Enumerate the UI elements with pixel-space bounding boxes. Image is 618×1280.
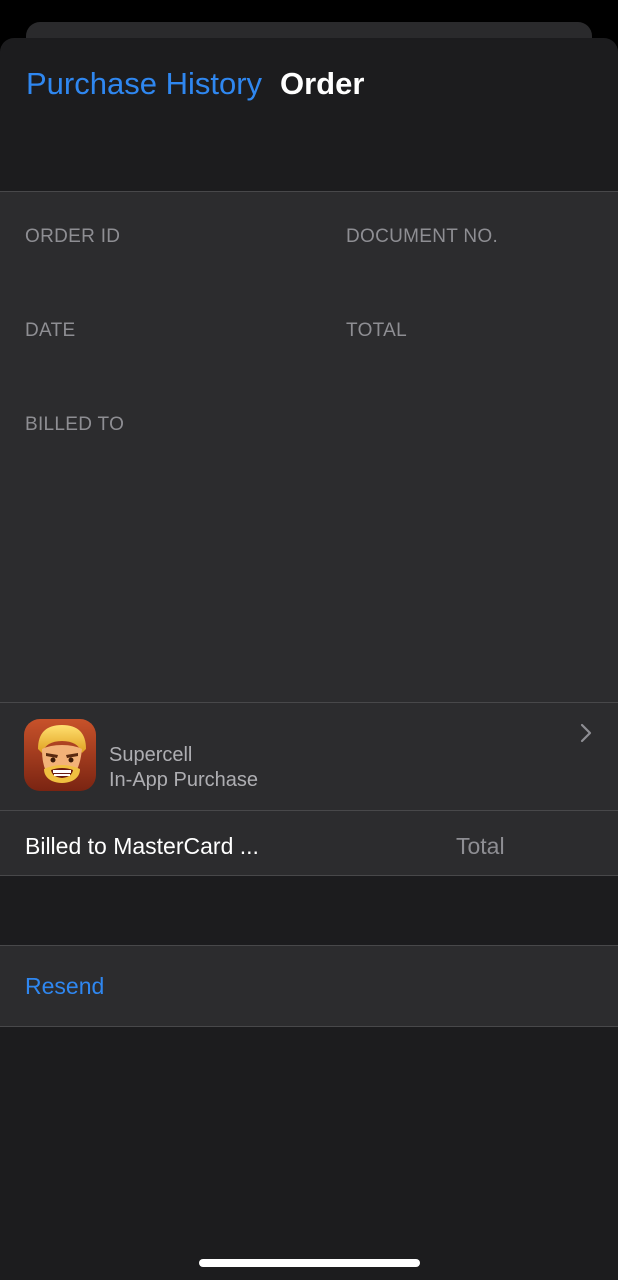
document-no-label: DOCUMENT NO.	[346, 226, 499, 247]
resend-card: Resend	[0, 945, 618, 1027]
order-info-card: ORDER ID DOCUMENT NO. DATE TOTAL BILLED …	[0, 191, 618, 702]
chevron-right-icon	[580, 723, 592, 743]
order-id-label: ORDER ID	[25, 226, 121, 247]
developer-name: Supercell	[109, 744, 193, 766]
purchase-item-card: Supercell In-App Purchase Billed to Mast…	[0, 702, 618, 876]
purchase-type: In-App Purchase	[109, 769, 258, 791]
home-indicator[interactable]	[199, 1259, 420, 1267]
page-title: Order	[280, 66, 365, 101]
divider	[0, 810, 618, 811]
order-sheet: Purchase History Order ORDER ID DOCUMENT…	[0, 38, 618, 1280]
billed-to-card: Billed to MasterCard ...	[25, 833, 259, 859]
purchase-history-back-button[interactable]: Purchase History	[26, 66, 262, 102]
clash-of-clans-app-icon	[24, 719, 96, 791]
resend-button[interactable]: Resend	[25, 973, 104, 1000]
total-label: TOTAL	[346, 320, 407, 341]
navigation-bar: Purchase History Order	[0, 38, 618, 191]
date-label: DATE	[25, 320, 76, 341]
billed-to-label: BILLED TO	[25, 414, 125, 435]
purchase-item-row[interactable]: Supercell In-App Purchase	[0, 703, 618, 810]
total-value-label: Total	[456, 833, 505, 859]
